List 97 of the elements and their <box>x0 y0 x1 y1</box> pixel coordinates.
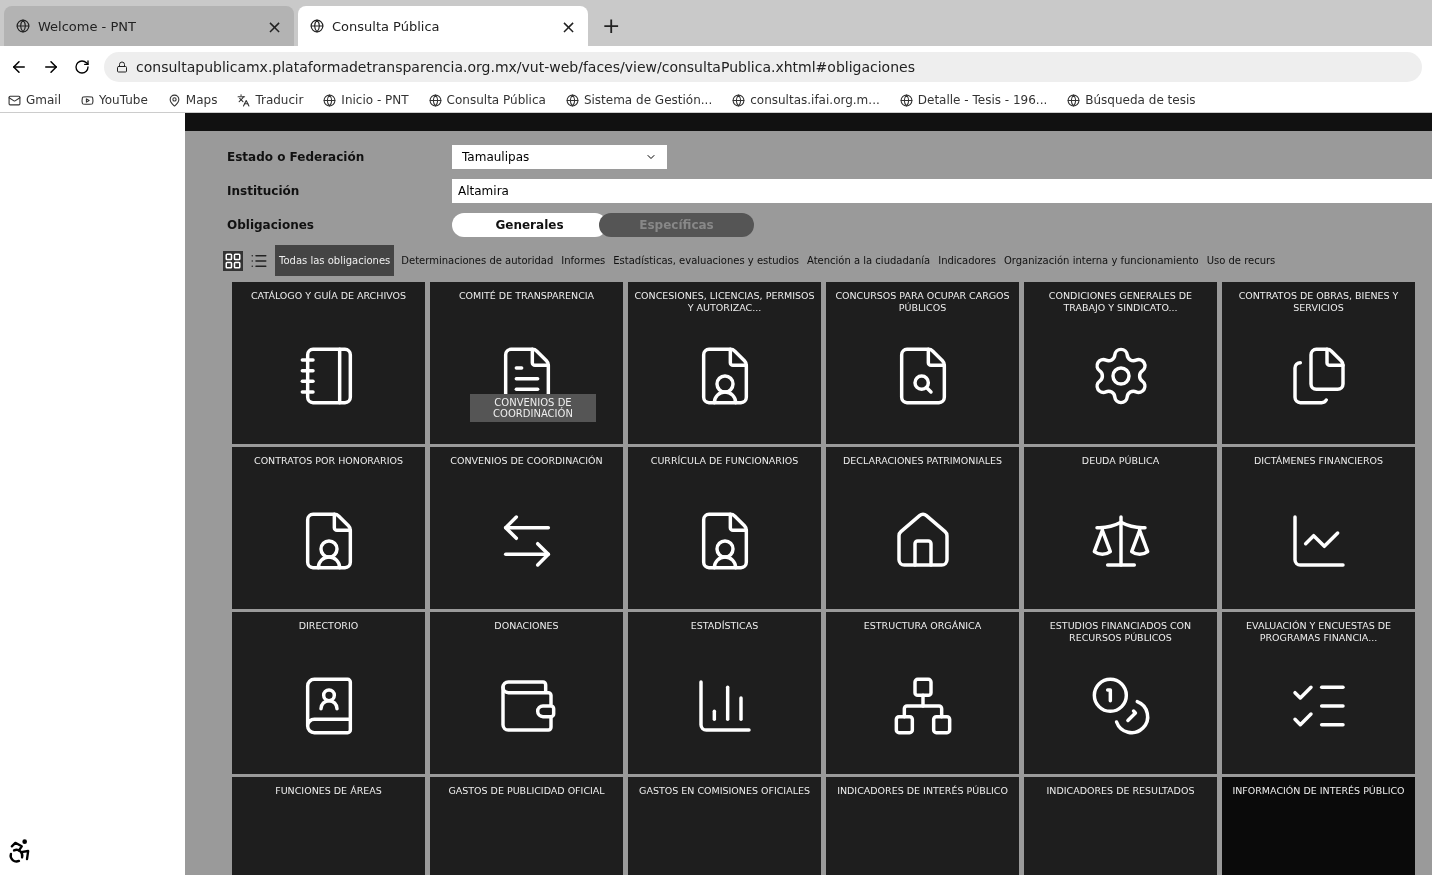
reload-icon[interactable] <box>74 59 90 75</box>
tab-title: Welcome - PNT <box>38 18 137 34</box>
globe-icon <box>732 93 746 107</box>
tile-title: CATÁLOGO Y GUÍA DE ARCHIVOS <box>250 290 407 303</box>
bookmark[interactable]: Búsqueda de tesis <box>1067 93 1196 107</box>
obligation-tile[interactable]: CONTRATOS POR HONORARIOS <box>232 447 425 609</box>
obligation-tile[interactable]: FUNCIONES DE ÁREAS <box>232 777 425 875</box>
video-icon <box>81 93 94 107</box>
bookmark[interactable]: Consulta Pública <box>428 93 546 107</box>
obligation-tile[interactable]: INDICADORES DE RESULTADOS <box>1024 777 1217 875</box>
tile-title: GASTOS DE PUBLICIDAD OFICIAL <box>448 785 605 798</box>
tile-title: FUNCIONES DE ÁREAS <box>275 785 382 798</box>
obligation-tile[interactable]: GASTOS DE PUBLICIDAD OFICIAL <box>430 777 623 875</box>
mail-icon <box>8 93 21 107</box>
globe-icon <box>16 19 30 33</box>
browser-tab[interactable]: Consulta Pública × <box>298 6 588 46</box>
tile-title: EVALUACIÓN Y ENCUESTAS DE PROGRAMAS FINANCIA... <box>1245 620 1392 645</box>
close-tab-button[interactable]: × <box>560 15 576 37</box>
tile-title: CONDICIONES GENERALES DE TRABAJO Y SINDICATO... <box>1047 290 1194 315</box>
tile-title: CONCURSOS PARA OCUPAR CARGOS PÚBLICOS <box>834 290 1011 315</box>
obligation-tile[interactable]: INFORMACIÓN DE INTERÉS PÚBLICO <box>1222 777 1415 875</box>
category-tab[interactable]: Informes <box>560 255 607 266</box>
category-tab[interactable]: Todas las obligaciones <box>275 245 395 276</box>
obligation-tile[interactable]: COMITÉ DE TRANSPARENCIA CONVENIOS DE COORDINACIÓN <box>430 282 623 444</box>
forward-icon[interactable] <box>42 58 60 76</box>
globe-icon <box>310 19 324 33</box>
globe-icon <box>1067 93 1081 107</box>
tile-title: DIRECTORIO <box>298 620 359 633</box>
obligation-tile[interactable]: EVALUACIÓN Y ENCUESTAS DE PROGRAMAS FINANCIA... <box>1222 612 1415 774</box>
field-label: Estado o Federación <box>227 150 366 164</box>
obligation-tile[interactable]: DECLARACIONES PATRIMONIALES <box>826 447 1019 609</box>
tile-title: DONACIONES <box>494 620 559 633</box>
category-tab[interactable]: Determinaciones de autoridad <box>400 255 555 266</box>
globe-icon <box>899 93 913 107</box>
close-tab-button[interactable]: × <box>266 15 282 37</box>
tile-title: DECLARACIONES PATRIMONIALES <box>842 455 1003 468</box>
tile-title: GASTOS EN COMISIONES OFICIALES <box>639 785 810 798</box>
obligation-tile[interactable]: ESTRUCTURA ORGÁNICA <box>826 612 1019 774</box>
new-tab-button[interactable]: + <box>592 13 631 46</box>
tile-title: ESTRUCTURA ORGÁNICA <box>863 620 982 633</box>
state-select[interactable]: Tamaulipas <box>452 145 667 169</box>
tile-title: ESTUDIOS FINANCIADOS CON RECURSOS PÚBLICOS <box>1048 620 1193 645</box>
obligation-tile[interactable]: DONACIONES <box>430 612 623 774</box>
bookmark[interactable]: Detalle - Tesis - 196... <box>899 93 1048 107</box>
browser-tab[interactable]: Welcome - PNT × <box>4 6 294 46</box>
bookmark[interactable]: Traducir <box>237 93 304 107</box>
tile-title: INFORMACIÓN DE INTERÉS PÚBLICO <box>1232 785 1405 798</box>
tile-title: CONVENIOS DE COORDINACIÓN <box>450 455 603 468</box>
tile-title: INDICADORES DE RESULTADOS <box>1046 785 1195 798</box>
tile-title: DICTÁMENES FINANCIEROS <box>1253 455 1384 468</box>
back-icon[interactable] <box>10 58 28 76</box>
obligation-tile[interactable]: CONCESIONES, LICENCIAS, PERMISOS Y AUTORIZAC... <box>628 282 821 444</box>
obligation-tile[interactable]: DIRECTORIO <box>232 612 425 774</box>
tile-title: DEUDA PÚBLICA <box>1081 455 1160 468</box>
globe-icon <box>428 93 442 107</box>
lock-icon <box>116 61 128 73</box>
obligation-tile[interactable]: INDICADORES DE INTERÉS PÚBLICO <box>826 777 1019 875</box>
obligation-tile[interactable]: DICTÁMENES FINANCIEROS <box>1222 447 1415 609</box>
tile-title: ESTADÍSTICAS <box>690 620 759 633</box>
obligation-tile[interactable]: CONCURSOS PARA OCUPAR CARGOS PÚBLICOS <box>826 282 1019 444</box>
obligation-tile[interactable]: CONVENIOS DE COORDINACIÓN <box>430 447 623 609</box>
bookmark[interactable]: consultas.ifai.org.m... <box>732 93 880 107</box>
obligation-tile[interactable]: CATÁLOGO Y GUÍA DE ARCHIVOS <box>232 282 425 444</box>
obligation-tile[interactable]: CONDICIONES GENERALES DE TRABAJO Y SINDICATO... <box>1024 282 1217 444</box>
map-pin-icon <box>167 93 181 107</box>
tile-title: CURRÍCULA DE FUNCIONARIOS <box>650 455 799 468</box>
category-tab[interactable]: Uso de recurs <box>1205 255 1277 266</box>
category-tab[interactable]: Atención a la ciudadanía <box>806 255 932 266</box>
obligation-tile[interactable]: CONTRATOS DE OBRAS, BIENES Y SERVICIOS <box>1222 282 1415 444</box>
tile-title: CONTRATOS DE OBRAS, BIENES Y SERVICIOS <box>1237 290 1400 315</box>
obligation-tile[interactable]: GASTOS EN COMISIONES OFICIALES <box>628 777 821 875</box>
obligation-tile[interactable]: ESTADÍSTICAS <box>628 612 821 774</box>
tile-title: CONTRATOS POR HONORARIOS <box>254 455 403 468</box>
bookmark[interactable]: Sistema de Gestión... <box>565 93 713 107</box>
obligation-tile[interactable]: DEUDA PÚBLICA <box>1024 447 1217 609</box>
field-label: Institución <box>227 184 301 198</box>
obligation-tile[interactable]: CURRÍCULA DE FUNCIONARIOS <box>628 447 821 609</box>
tile-title: CONCESIONES, LICENCIAS, PERMISOS Y AUTORIZAC... <box>634 290 815 315</box>
globe-icon <box>565 93 579 107</box>
bookmark[interactable]: Gmail <box>8 93 61 107</box>
category-tab[interactable]: Estadísticas, evaluaciones y estudios <box>612 255 800 266</box>
bookmark[interactable]: YouTube <box>81 93 148 107</box>
translate-icon <box>237 93 251 107</box>
category-tab[interactable]: Indicadores <box>937 255 997 266</box>
tile-title: COMITÉ DE TRANSPARENCIA <box>458 290 595 303</box>
category-tab[interactable]: Organización interna y funcionamiento <box>1002 255 1200 266</box>
field-label: Obligaciones <box>227 218 315 232</box>
bookmark[interactable]: Inicio - PNT <box>323 93 409 107</box>
globe-icon <box>323 93 337 107</box>
bookmark[interactable]: Maps <box>167 93 218 107</box>
obligation-tile[interactable]: ESTUDIOS FINANCIADOS CON RECURSOS PÚBLICOS <box>1024 612 1217 774</box>
institution-field[interactable]: Altamira <box>452 179 1432 203</box>
tile-title: INDICADORES DE INTERÉS PÚBLICO <box>837 785 1008 798</box>
grid-view-button[interactable] <box>223 250 243 271</box>
tooltip: CONVENIOS DE COORDINACIÓN <box>470 394 596 422</box>
tab-title: Consulta Pública <box>332 18 441 34</box>
address-bar[interactable]: consultapublicamx.plataformadetransparencia.org.mx/vut-web/faces/view/consultaPublica.xhtml#obligaciones <box>104 52 1422 82</box>
